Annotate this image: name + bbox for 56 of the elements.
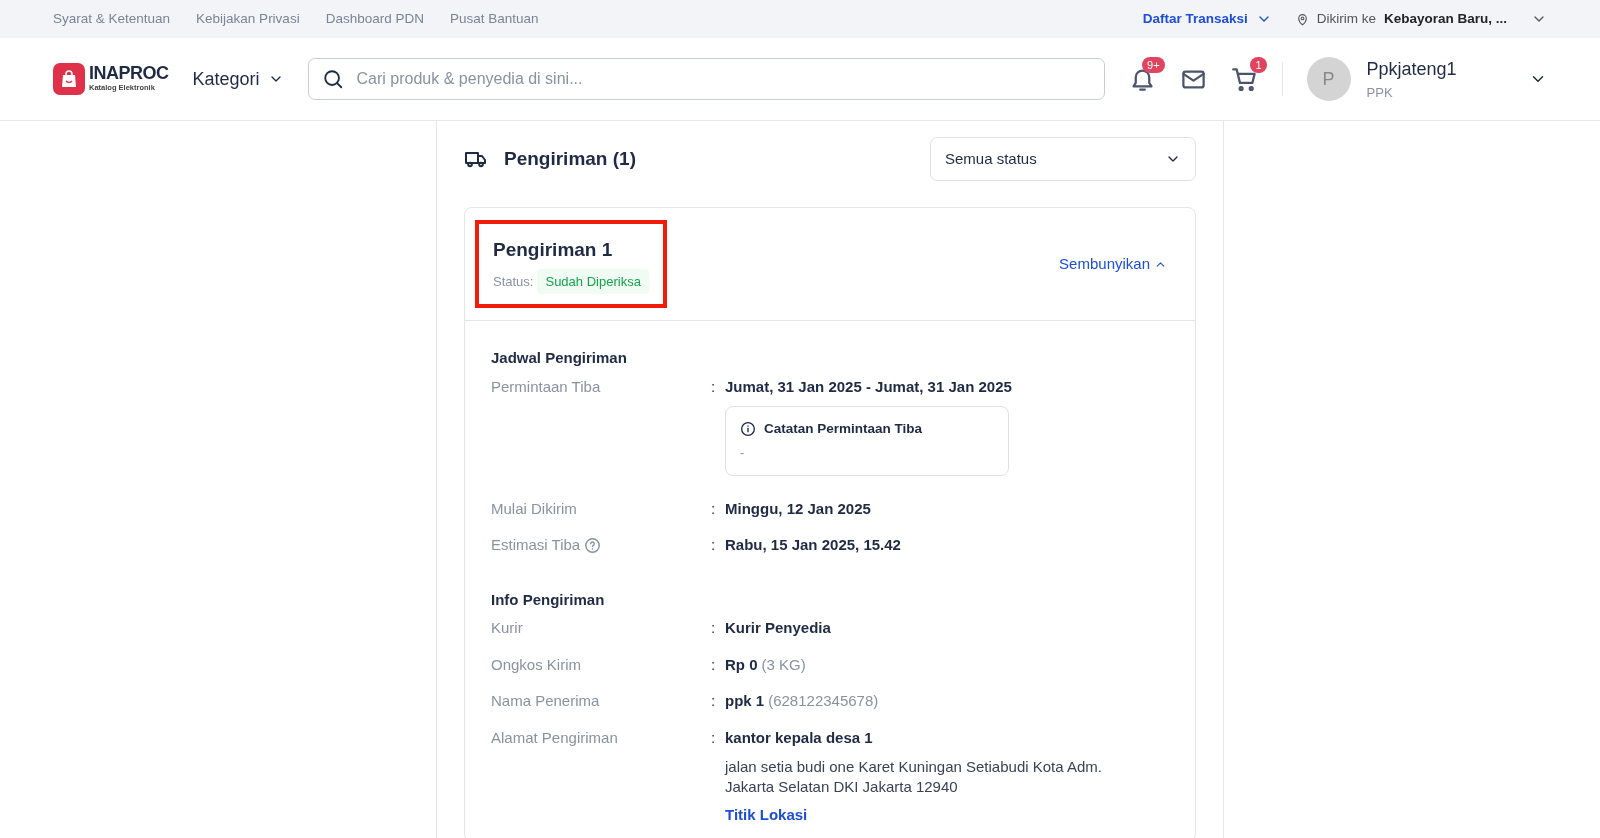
search-field[interactable]: Cari produk & penyedia di sini... — [307, 58, 1105, 100]
location-link[interactable]: Titik Lokasi — [725, 804, 808, 827]
location-selector[interactable]: Dikirim ke Kebayoran Baru, ... — [1295, 8, 1547, 30]
info-icon — [740, 421, 756, 438]
field-label: Kurir — [491, 618, 523, 639]
colon-separator: : — [711, 618, 717, 639]
ship-to-label: Dikirim ke — [1316, 9, 1376, 28]
note-title: Catatan Permintaan Tiba — [764, 420, 923, 438]
field-note: (628122345678) — [768, 691, 879, 712]
field-label: Permintaan Tiba — [491, 376, 601, 397]
colon-separator: : — [711, 535, 717, 556]
shipment-title: Pengiriman 1 — [493, 238, 614, 262]
footer-link[interactable]: Dashboard PDN — [325, 8, 424, 30]
field-label: Nama Penerima — [491, 691, 600, 712]
field-value: Minggu, 12 Jan 2025 — [725, 498, 871, 519]
logo-icon[interactable] — [53, 63, 85, 95]
category-menu[interactable]: Kategori — [192, 65, 284, 93]
colon-separator: : — [711, 498, 717, 519]
address-text: jalan setia budi one Karet Kuningan Setiabudi Kota Adm. Jakarta Selatan DKI Jakarta 12940 — [725, 757, 1103, 797]
field-value: Rp 0 — [725, 654, 758, 675]
section-heading: Info Pengiriman — [491, 589, 606, 610]
status-filter-dropdown[interactable]: Semua status — [930, 137, 1196, 181]
status-badge: Sudah Diperiksa — [537, 268, 649, 294]
field-value: ppk 1 — [725, 691, 765, 712]
user-name: Ppkjateng1 — [1366, 57, 1457, 81]
field-label: Estimasi Tiba — [491, 535, 581, 556]
field-value: Jumat, 31 Jan 2025 - Jumat, 31 Jan 2025 — [725, 376, 1012, 397]
logo-wordmark: INAPROC — [89, 64, 169, 83]
field-label: Alamat Pengiriman — [491, 727, 618, 748]
ship-to-location: Kebayoran Baru, ... — [1383, 9, 1507, 28]
section-title: Pengiriman (1) — [504, 146, 636, 171]
colon-separator: : — [711, 727, 717, 748]
colon-separator: : — [711, 691, 717, 712]
note-text: - — [740, 444, 746, 463]
footer-link[interactable]: Kebijakan Privasi — [196, 8, 300, 30]
field-value: kantor kepala desa 1 — [725, 727, 873, 748]
cart-icon[interactable] — [1230, 65, 1258, 93]
field-label: Ongkos Kirim — [491, 654, 582, 675]
colon-separator: : — [711, 376, 717, 397]
help-icon[interactable] — [584, 537, 602, 555]
field-note: (3 KG) — [761, 654, 806, 675]
transactions-dropdown[interactable]: Daftar Transaksi — [1142, 8, 1272, 30]
footer-link[interactable]: Pusat Bantuan — [449, 8, 539, 30]
colon-separator: : — [711, 654, 717, 675]
count-badge: 9+ — [1142, 56, 1165, 73]
location-pin-icon — [1295, 12, 1309, 26]
section-heading: Jadwal Pengiriman — [491, 348, 628, 368]
search-icon — [321, 68, 344, 90]
field-value: Kurir Penyedia — [725, 618, 831, 639]
collapse-toggle[interactable]: Sembunyikan — [1059, 252, 1167, 276]
field-label: Mulai Dikirim — [491, 498, 577, 519]
user-role: PPK — [1366, 83, 1394, 102]
status-label: Status: — [493, 272, 534, 291]
footer-link[interactable]: Syarat & Ketentuan — [53, 8, 171, 30]
field-value: Rabu, 15 Jan 2025, 15.42 — [725, 535, 901, 556]
count-badge: 1 — [1250, 56, 1267, 73]
